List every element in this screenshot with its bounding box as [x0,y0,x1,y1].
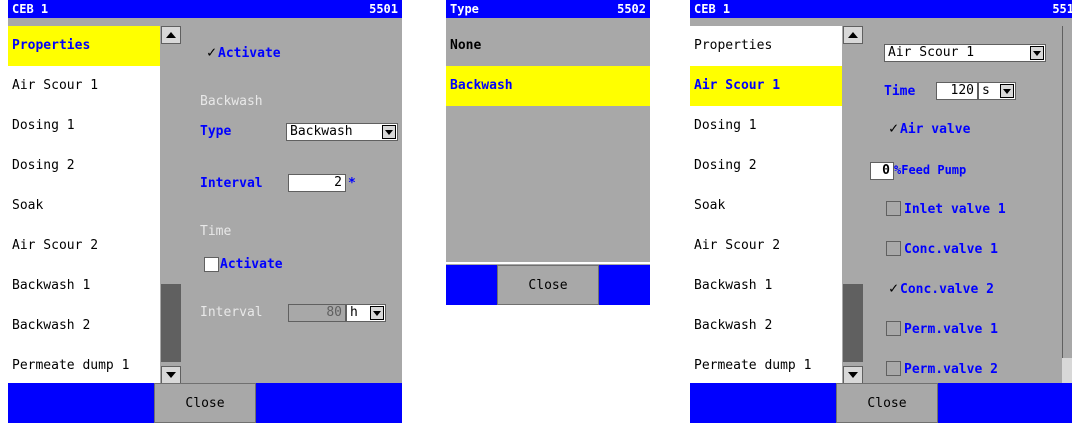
list-item-dosing-1[interactable]: Dosing 1 [690,106,842,146]
footer-bar: Close [446,265,650,305]
chevron-down-icon[interactable] [382,125,396,139]
feed-pump-input[interactable]: 0 [870,162,894,180]
scroll-thumb[interactable] [843,284,863,362]
list-scrollbar[interactable] [160,26,182,384]
step-dropdown[interactable]: Air Scour 1 [884,44,1046,62]
time-interval-unit-dropdown[interactable]: h [346,304,386,322]
list-item-backwash-1[interactable]: Backwash 1 [690,266,842,306]
time-interval-label: Interval [200,305,263,320]
step-list: Properties Air Scour 1 Dosing 1 Dosing 2… [8,26,160,384]
conc-valve-2-checkbox[interactable]: ✓ [886,281,901,297]
list-item-permeate-dump-1[interactable]: Permeate dump 1 [690,346,842,386]
scroll-thumb[interactable] [161,284,181,362]
time-activate-checkbox[interactable] [204,257,219,272]
feed-pump-label: %Feed Pump [894,163,967,177]
type-dropdown[interactable]: Backwash [286,123,398,141]
scroll-up-arrow-icon[interactable] [843,26,863,44]
option-none[interactable]: None [446,26,650,66]
type-label: Type [200,124,232,139]
conc-valve-2-label: Conc.valve 2 [900,282,994,297]
activate-label: Activate [218,46,281,61]
list-item-backwash-2[interactable]: Backwash 2 [690,306,842,346]
list-item-dosing-1[interactable]: Dosing 1 [8,106,160,146]
activate-checkbox[interactable]: ✓ [204,45,219,61]
time-activate-label: Activate [220,257,283,272]
title-bar: CEB 1 5501 [8,0,402,18]
step-dropdown-value: Air Scour 1 [888,45,975,60]
air-valve-label: Air valve [900,122,971,137]
list-item-soak[interactable]: Soak [8,186,160,226]
list-item-dosing-2[interactable]: Dosing 2 [8,146,160,186]
chevron-down-icon[interactable] [1030,46,1044,60]
time-section-header: Time [200,224,232,239]
scroll-down-arrow-icon[interactable] [843,366,863,384]
list-item-air-scour-2[interactable]: Air Scour 2 [690,226,842,266]
window-code: 5501 [369,2,398,16]
list-item-permeate-dump-1[interactable]: Permeate dump 1 [8,346,160,386]
interval-input[interactable]: 2 [288,174,346,192]
window-title: CEB 1 [694,2,731,16]
time-unit-dropdown[interactable]: s [978,82,1016,100]
list-item-air-scour-2[interactable]: Air Scour 2 [8,226,160,266]
ceb-properties-panel: CEB 1 5501 Properties Air Scour 1 Dosing… [8,0,402,423]
list-item-soak[interactable]: Soak [690,186,842,226]
backwash-section-header: Backwash [200,94,263,109]
conc-valve-1-label: Conc.valve 1 [904,242,998,257]
window-title: CEB 1 [12,2,49,16]
list-item-backwash-1[interactable]: Backwash 1 [8,266,160,306]
close-button[interactable]: Close [497,265,599,305]
time-interval-unit-value: h [350,305,358,320]
window-code: 551 [1052,2,1072,16]
list-item-dosing-2[interactable]: Dosing 2 [690,146,842,186]
inlet-valve-checkbox[interactable] [886,201,901,216]
list-item-air-scour-1[interactable]: Air Scour 1 [8,66,160,106]
ceb-step-panel: CEB 1 551 Properties Air Scour 1 Dosing … [690,0,1072,423]
window-code: 5502 [617,2,646,16]
list-item-backwash-2[interactable]: Backwash 2 [8,306,160,346]
close-button[interactable]: Close [836,383,938,423]
footer-bar: Close [8,383,402,423]
scroll-up-arrow-icon[interactable] [161,26,181,44]
list-item-properties[interactable]: Properties [690,26,842,66]
type-selection-panel: Type 5502 None Backwash Close [446,0,650,305]
chevron-down-icon[interactable] [370,306,384,320]
interval-label: Interval [200,176,263,191]
air-valve-checkbox[interactable]: ✓ [886,121,901,137]
perm-valve-2-checkbox[interactable] [886,361,901,376]
type-dropdown-value: Backwash [290,124,353,139]
footer-bar: Close [690,383,1072,423]
window-title: Type [450,2,479,16]
perm-valve-2-label: Perm.valve 2 [904,362,998,377]
time-label: Time [884,84,916,99]
options-bottom-border [446,262,650,264]
scroll-down-arrow-icon[interactable] [161,366,181,384]
settings-scroll-thumb[interactable] [1062,26,1072,358]
list-scrollbar[interactable] [842,26,864,384]
close-button[interactable]: Close [154,383,256,423]
chevron-down-icon[interactable] [1000,84,1014,98]
step-list: Properties Air Scour 1 Dosing 1 Dosing 2… [690,26,842,384]
settings-scrollbar[interactable] [1062,26,1072,384]
list-item-properties[interactable]: Properties [8,26,160,66]
time-unit-value: s [982,83,990,98]
option-backwash[interactable]: Backwash [446,66,650,106]
conc-valve-1-checkbox[interactable] [886,241,901,256]
perm-valve-1-label: Perm.valve 1 [904,322,998,337]
title-bar: CEB 1 551 [690,0,1072,18]
title-bar: Type 5502 [446,0,650,18]
perm-valve-1-checkbox[interactable] [886,321,901,336]
inlet-valve-label: Inlet valve 1 [904,202,1006,217]
list-item-air-scour-1[interactable]: Air Scour 1 [690,66,842,106]
interval-required-mark: * [348,176,356,191]
time-interval-input[interactable]: 80 [288,304,346,322]
time-input[interactable]: 120 [936,82,978,100]
